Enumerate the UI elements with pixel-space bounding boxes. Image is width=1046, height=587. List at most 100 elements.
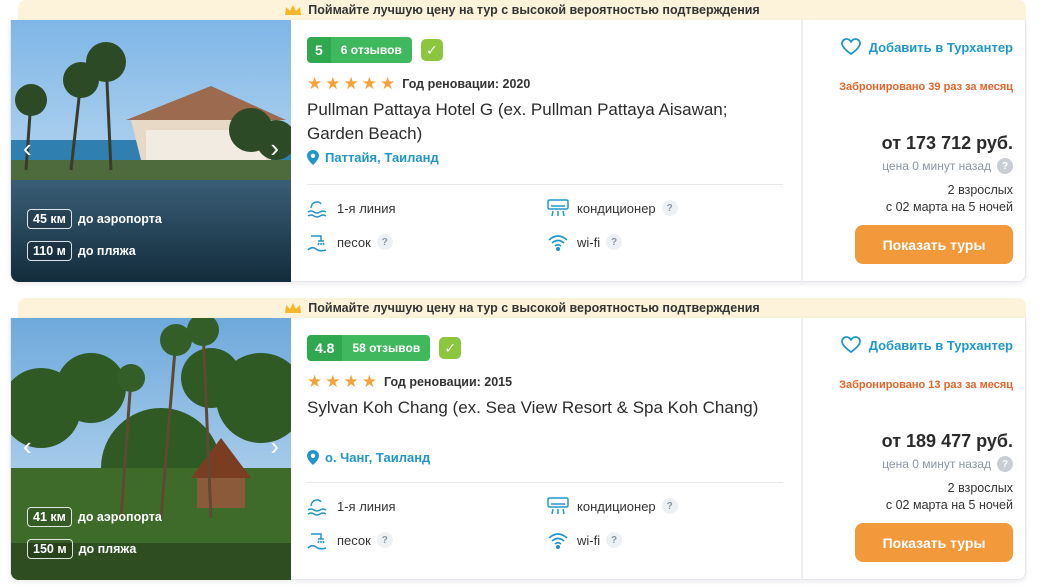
checkmark-icon: ✓ [420,39,443,61]
location-text: Паттайя, Таиланд [325,150,439,165]
amenity-wifi: wi-fi ? [547,530,623,550]
star-icon: ★ [343,74,359,93]
amenity-sand: песок ? [307,530,393,550]
show-tours-button[interactable]: Показать туры [855,225,1013,264]
hotel-location[interactable]: о. Чанг, Таиланд [307,450,430,465]
add-to-favorites-label: Добавить в Турхантер [868,337,1013,353]
question-icon[interactable]: ? [997,158,1013,174]
star-icon: ★ [307,372,323,391]
hotel-name[interactable]: Sylvan Koh Chang (ex. Sea View Resort & … [307,396,787,420]
chevron-left-icon[interactable]: ‹ [23,135,32,161]
hotel-location[interactable]: Паттайя, Таиланд [307,150,439,165]
amenity-line: 1-я линия [307,198,396,218]
add-to-favorites-button[interactable]: Добавить в Турхантер [840,336,1013,354]
travelers-count: 2 взрослых [947,183,1013,197]
wifi-icon [548,235,568,252]
chevron-right-icon[interactable]: › [270,135,279,161]
airport-distance: 41 км до аэропорта [27,507,162,527]
waves-icon [307,499,327,516]
beach-distance-label: до пляжа [77,244,136,258]
airport-distance: 45 км до аэропорта [27,209,162,229]
star-icon: ★ [343,372,359,391]
price-age: цена 0 минут назад ? [882,158,1013,174]
hotel-stars: ★ ★ ★ ★ Год реновации: 2015 [307,373,512,390]
tour-price: от 189 477 руб. [881,431,1013,451]
amenity-sand-label: песок [337,532,371,548]
reviews-count: 58 отзывов [342,335,431,361]
tour-dates: с 02 марта на 5 ночей [885,200,1013,214]
airport-distance-value: 41 км [27,507,72,527]
beach-distance-value: 150 м [27,539,73,559]
beach-shower-icon [307,533,327,550]
amenity-wifi-label: wi-fi [577,234,601,250]
question-icon[interactable]: ? [661,498,678,514]
hotel-card: Поймайте лучшую цену на тур с высокой ве… [10,0,1026,282]
checkmark-icon: ✓ [439,337,462,359]
tour-dates: с 02 марта на 5 ночей [885,498,1013,512]
map-pin-icon [307,450,319,465]
amenity-sand: песок ? [307,232,393,252]
star-icon: ★ [361,74,377,93]
rating-score: 5 [307,37,331,63]
show-tours-button[interactable]: Показать туры [855,523,1013,562]
chevron-right-icon[interactable]: › [270,433,279,459]
beach-distance-label: до пляжа [78,542,137,556]
renovation-year: Год реновации: 2020 [402,76,531,91]
amenity-line-label: 1-я линия [337,498,396,514]
beach-distance: 110 м до пляжа [27,241,136,261]
promo-banner-text: Поймайте лучшую цену на тур с высокой ве… [308,301,760,315]
divider [307,184,783,185]
tour-params: 2 взрослых с 02 марта на 5 ночей [813,182,1013,216]
air-conditioner-icon [547,497,569,515]
star-icon: ★ [380,74,396,93]
promo-banner-text: Поймайте лучшую цену на тур с высокой ве… [308,3,760,17]
hotel-stars: ★ ★ ★ ★ ★ Год реновации: 2020 [307,75,530,92]
question-icon[interactable]: ? [606,532,623,548]
rating-score: 4.8 [307,335,343,361]
reviews-count: 6 отзывов [330,37,412,63]
rating-badge[interactable]: 5 6 отзывов [307,37,412,63]
chevron-left-icon[interactable]: ‹ [23,433,32,459]
amenity-sand-label: песок [337,234,371,250]
promo-banner: Поймайте лучшую цену на тур с высокой ве… [18,298,1026,318]
booked-count: Забронировано 39 раз за месяц [839,81,1013,93]
crown-icon [285,303,302,313]
hotel-photo[interactable]: ‹ › 41 км до аэропорта 150 м до пляжа [11,318,291,580]
crown-icon [285,5,302,15]
amenity-ac: кондиционер ? [547,198,678,218]
booked-count: Забронировано 13 раз за месяц [839,379,1013,391]
tour-price: от 173 712 руб. [881,133,1013,153]
location-text: о. Чанг, Таиланд [325,450,431,465]
divider [801,318,803,580]
divider [307,482,783,483]
amenity-ac-label: кондиционер [577,498,656,514]
hotel-name[interactable]: Pullman Pattaya Hotel G (ex. Pullman Pat… [307,98,787,146]
question-icon[interactable]: ? [606,234,623,250]
hotel-photo[interactable]: ‹ › 45 км до аэропорта 110 м до пляжа [11,20,291,282]
amenity-line: 1-я линия [307,496,396,516]
heart-icon [840,336,861,354]
star-icon: ★ [307,74,323,93]
question-icon[interactable]: ? [661,200,678,216]
airport-distance-value: 45 км [27,209,72,229]
add-to-favorites-button[interactable]: Добавить в Турхантер [840,38,1013,56]
airport-distance-label: до аэропорта [77,510,162,524]
map-pin-icon [307,150,319,165]
rating-badge[interactable]: 4.8 58 отзывов [307,335,431,361]
amenity-ac-label: кондиционер [577,200,656,216]
question-icon[interactable]: ? [376,532,393,548]
question-icon[interactable]: ? [376,234,393,250]
tour-params: 2 взрослых с 02 марта на 5 ночей [813,480,1013,514]
promo-banner: Поймайте лучшую цену на тур с высокой ве… [18,0,1026,20]
star-icon: ★ [325,74,341,93]
star-icon: ★ [361,372,377,391]
renovation-year: Год реновации: 2015 [384,374,513,389]
beach-distance: 150 м до пляжа [27,539,136,559]
air-conditioner-icon [547,199,569,217]
amenity-line-label: 1-я линия [337,200,396,216]
travelers-count: 2 взрослых [947,481,1013,495]
price-age: цена 0 минут назад ? [882,456,1013,472]
price-age-text: цена 0 минут назад [882,159,991,173]
question-icon[interactable]: ? [997,456,1013,472]
amenity-wifi: wi-fi ? [547,232,623,252]
